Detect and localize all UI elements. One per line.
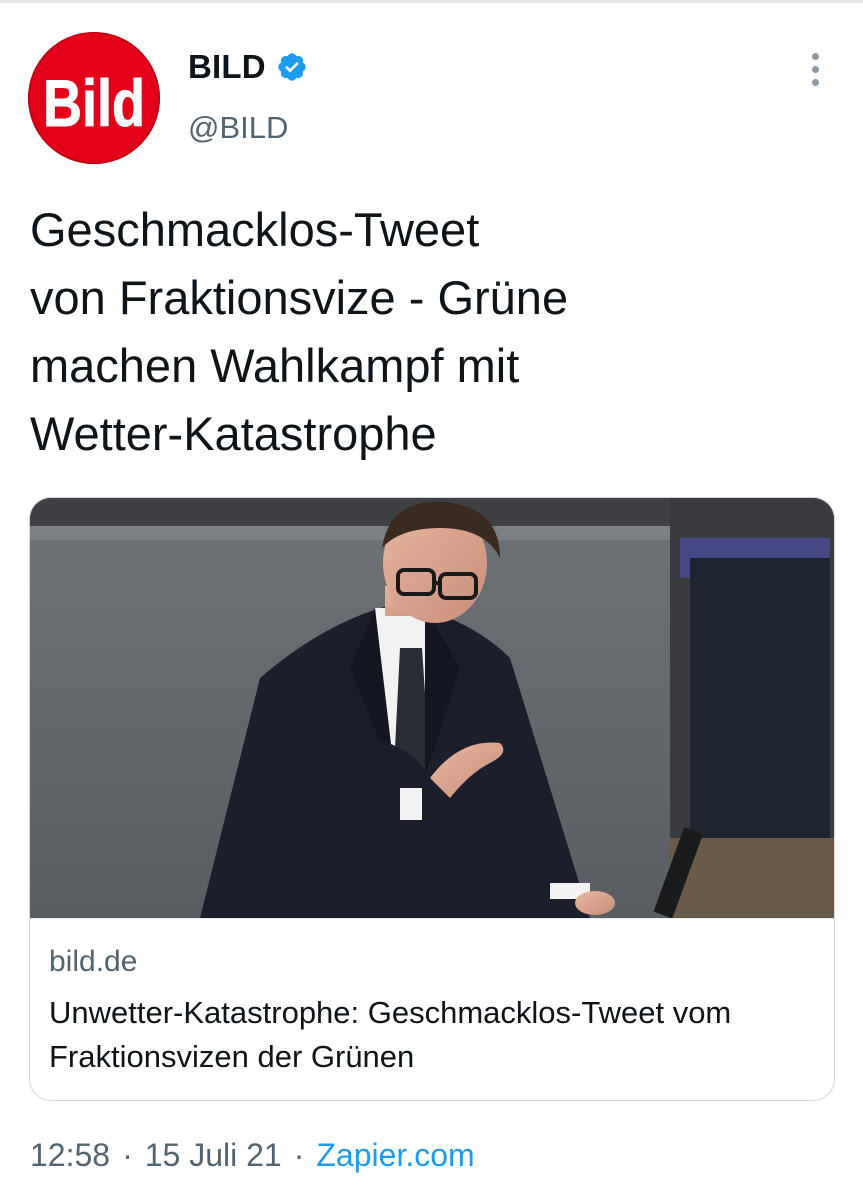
tweet-date[interactable]: 15 Juli 21 <box>145 1137 282 1174</box>
more-vertical-icon[interactable] <box>803 50 827 90</box>
card-title: Unwetter-Katastrophe: Geschmacklos-Tweet… <box>49 995 732 1074</box>
tweet-source-link[interactable]: Zapier.com <box>316 1137 474 1174</box>
author-name-row[interactable]: BILD <box>188 48 308 86</box>
avatar[interactable]: Bild <box>28 32 160 164</box>
link-card[interactable]: bild.de Unwetter-Katastrophe: Geschmackl… <box>29 497 835 1101</box>
meta-separator: · <box>122 1137 133 1173</box>
verified-badge-icon <box>278 53 306 81</box>
tweet-meta: 12:58 · 15 Juli 21 · Zapier.com <box>30 1137 475 1174</box>
tweet-time[interactable]: 12:58 <box>30 1137 110 1174</box>
tweet-text: Geschmacklos-Tweet von Fraktionsvize - G… <box>30 203 569 460</box>
top-divider <box>0 0 863 3</box>
author-name[interactable]: BILD <box>188 48 266 86</box>
meta-separator: · <box>293 1137 305 1173</box>
card-image <box>30 498 834 918</box>
logo-text: Bild <box>43 66 145 140</box>
author-handle[interactable]: @BILD <box>188 110 288 146</box>
card-domain: bild.de <box>49 945 138 978</box>
bild-logo: Bild <box>30 34 158 162</box>
card-body[interactable]: bild.de Unwetter-Katastrophe: Geschmackl… <box>30 918 834 1100</box>
